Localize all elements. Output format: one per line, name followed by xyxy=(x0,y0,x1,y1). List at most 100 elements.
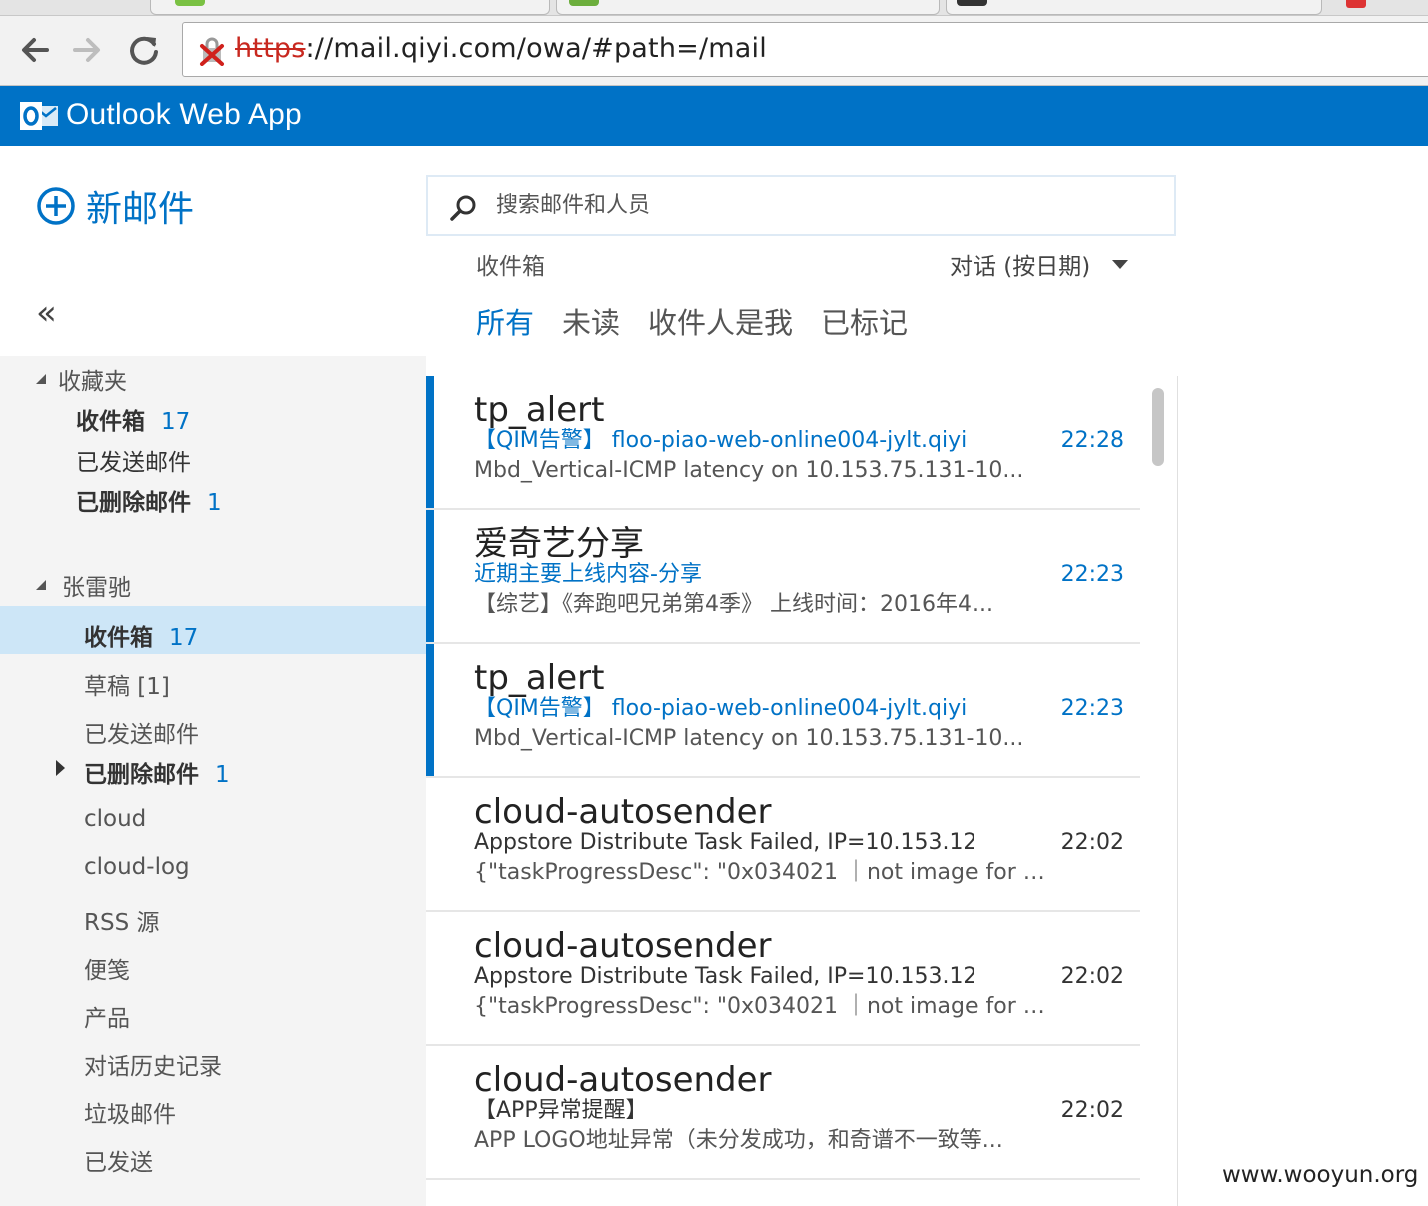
filter-all[interactable]: 所有 xyxy=(476,300,534,342)
message-time: 22:23 xyxy=(1060,562,1124,587)
forward-button[interactable] xyxy=(68,30,108,70)
unread-indicator xyxy=(426,510,434,642)
search-box[interactable] xyxy=(426,175,1176,236)
favorite-inbox[interactable]: 收件箱 17 xyxy=(76,402,190,436)
folder-pane-top xyxy=(0,146,426,356)
message-sender: cloud-autosender xyxy=(474,1060,772,1100)
folder-label: 已删除邮件 xyxy=(84,762,199,788)
message-subject: 近期主要上线内容-分享 xyxy=(474,562,702,587)
folder-sent-2[interactable]: 已发送 xyxy=(84,1143,153,1177)
favorite-deleted[interactable]: 已删除邮件 1 xyxy=(76,483,222,517)
expand-triangle-icon[interactable] xyxy=(56,760,65,776)
folder-label: RSS 源 xyxy=(84,910,160,936)
message-item[interactable]: tp_alert 【QIM告警】 floo-piao-web-online004… xyxy=(426,644,1140,778)
message-list: tp_alert 【QIM告警】 floo-piao-web-online004… xyxy=(426,376,1178,1206)
message-preview: Mbd_Vertical-ICMP latency on 10.153.75.1… xyxy=(474,458,1024,483)
browser-tab[interactable] xyxy=(946,0,1322,15)
address-bar[interactable]: https://mail.qiyi.com/owa/#path=/mail xyxy=(182,22,1428,77)
new-mail-label: 新邮件 xyxy=(86,189,195,230)
folder-label: 产品 xyxy=(84,1006,130,1032)
favorite-sent[interactable]: 已发送邮件 xyxy=(76,443,191,477)
collapse-triangle-icon xyxy=(36,374,46,384)
sort-dropdown[interactable]: 对话 (按日期) xyxy=(950,247,1129,281)
message-item[interactable]: cloud-autosender Appstore Distribute Tas… xyxy=(426,912,1140,1046)
message-preview: {"taskProgressDesc": "0x034021 ｜not imag… xyxy=(474,860,1049,885)
tab-favicon-icon xyxy=(1346,0,1366,8)
message-preview: {"taskProgressDesc": "0x034021 ｜not imag… xyxy=(474,994,1049,1019)
collapse-pane-button[interactable]: « xyxy=(36,296,57,330)
folder-notes[interactable]: 便笺 xyxy=(84,951,130,985)
message-subject: Appstore Distribute Task Failed, IP=10.1… xyxy=(474,964,974,989)
folder-cloud-log[interactable]: cloud-log xyxy=(84,854,190,880)
watermark: www.wooyun.org xyxy=(1222,1162,1419,1188)
message-time: 22:28 xyxy=(1060,428,1124,453)
unread-count: 1 xyxy=(215,762,230,788)
message-item[interactable]: tp_alert 【QIM告警】 floo-piao-web-online004… xyxy=(426,376,1140,510)
message-item[interactable]: 爱奇艺分享 近期主要上线内容-分享 22:23 【综艺】《奔跑吧兄弟第4季》 上… xyxy=(426,510,1140,644)
account-header[interactable]: 张雷驰 xyxy=(36,568,131,602)
folder-pane: 新邮件 « 收藏夹 收件箱 17 已发送邮件 已删除邮件 1 张雷驰 收件箱 1… xyxy=(0,146,426,1206)
search-input[interactable] xyxy=(496,187,1096,223)
account-name: 张雷驰 xyxy=(62,575,131,601)
message-item[interactable]: cloud-autosender Appstore Distribute Tas… xyxy=(426,778,1140,912)
folder-label: 已发送 xyxy=(84,1150,153,1176)
unread-indicator xyxy=(426,644,434,776)
message-sender: tp_alert xyxy=(474,658,605,698)
tab-favicon-icon xyxy=(175,0,205,6)
folder-rss[interactable]: RSS 源 xyxy=(84,903,160,937)
filter-to-me[interactable]: 收件人是我 xyxy=(648,300,793,342)
outlook-logo-icon xyxy=(20,102,58,130)
folder-label: 收件箱 xyxy=(84,625,153,651)
favorites-header[interactable]: 收藏夹 xyxy=(36,362,127,396)
url-path: ://mail.qiyi.com/owa/#path=/mail xyxy=(305,33,767,64)
message-subject: 【QIM告警】 floo-piao-web-online004-jylt.qiy… xyxy=(474,696,968,721)
folder-cloud[interactable]: cloud xyxy=(84,806,146,832)
folder-deleted[interactable]: 已删除邮件 1 xyxy=(84,755,230,789)
message-item[interactable]: cloud-autosender 【APP异常提醒】 22:02 APP LOG… xyxy=(426,1046,1140,1180)
insecure-lock-icon xyxy=(200,37,224,66)
folder-label: cloud-log xyxy=(84,854,190,880)
back-arrow-icon xyxy=(22,38,49,62)
reload-button[interactable] xyxy=(124,30,164,70)
browser-toolbar: https://mail.qiyi.com/owa/#path=/mail xyxy=(0,16,1428,86)
folder-label: 收件箱 xyxy=(76,409,145,435)
unread-count: 17 xyxy=(169,625,199,651)
selected-folder-highlight xyxy=(0,606,426,654)
message-subject: Appstore Distribute Task Failed, IP=10.1… xyxy=(474,830,974,855)
folder-label: 对话历史记录 xyxy=(84,1054,222,1080)
message-sender: tp_alert xyxy=(474,390,605,430)
unread-count: 17 xyxy=(161,409,191,435)
folder-drafts[interactable]: 草稿 [1] xyxy=(84,667,170,701)
folder-label: 垃圾邮件 xyxy=(84,1102,176,1128)
message-subject: 【QIM告警】 floo-piao-web-online004-jylt.qiy… xyxy=(474,428,968,453)
chevron-down-icon xyxy=(1112,259,1129,269)
folder-label: 便笺 xyxy=(84,958,130,984)
message-list-scrollbar[interactable] xyxy=(1150,380,1166,1206)
message-preview: Mbd_Vertical-ICMP latency on 10.153.75.1… xyxy=(474,726,1024,751)
browser-tab[interactable] xyxy=(150,0,550,15)
message-time: 22:02 xyxy=(1060,830,1124,855)
search-icon[interactable] xyxy=(448,193,478,223)
folder-products[interactable]: 产品 xyxy=(84,999,130,1033)
folder-label: 已发送邮件 xyxy=(84,722,199,748)
folder-sent[interactable]: 已发送邮件 xyxy=(84,715,199,749)
folder-inbox[interactable]: 收件箱 17 xyxy=(84,618,198,652)
filter-flagged[interactable]: 已标记 xyxy=(821,300,908,342)
favorites-title: 收藏夹 xyxy=(58,369,127,395)
folder-junk[interactable]: 垃圾邮件 xyxy=(84,1095,176,1129)
unread-count: 1 xyxy=(207,490,222,516)
message-sender: cloud-autosender xyxy=(474,792,772,832)
scroll-thumb[interactable] xyxy=(1152,388,1164,466)
new-mail-button[interactable]: 新邮件 xyxy=(36,180,194,232)
message-time: 22:02 xyxy=(1060,964,1124,989)
filter-unread[interactable]: 未读 xyxy=(562,300,620,342)
tab-favicon-icon xyxy=(569,0,599,6)
folder-label: 已删除邮件 xyxy=(76,490,191,516)
url-text: https://mail.qiyi.com/owa/#path=/mail xyxy=(235,33,767,64)
browser-tab[interactable] xyxy=(556,0,940,15)
reload-icon xyxy=(130,36,158,65)
forward-arrow-icon xyxy=(73,38,100,62)
back-button[interactable] xyxy=(14,30,54,70)
folder-conversation-history[interactable]: 对话历史记录 xyxy=(84,1047,222,1081)
message-time: 22:23 xyxy=(1060,696,1124,721)
